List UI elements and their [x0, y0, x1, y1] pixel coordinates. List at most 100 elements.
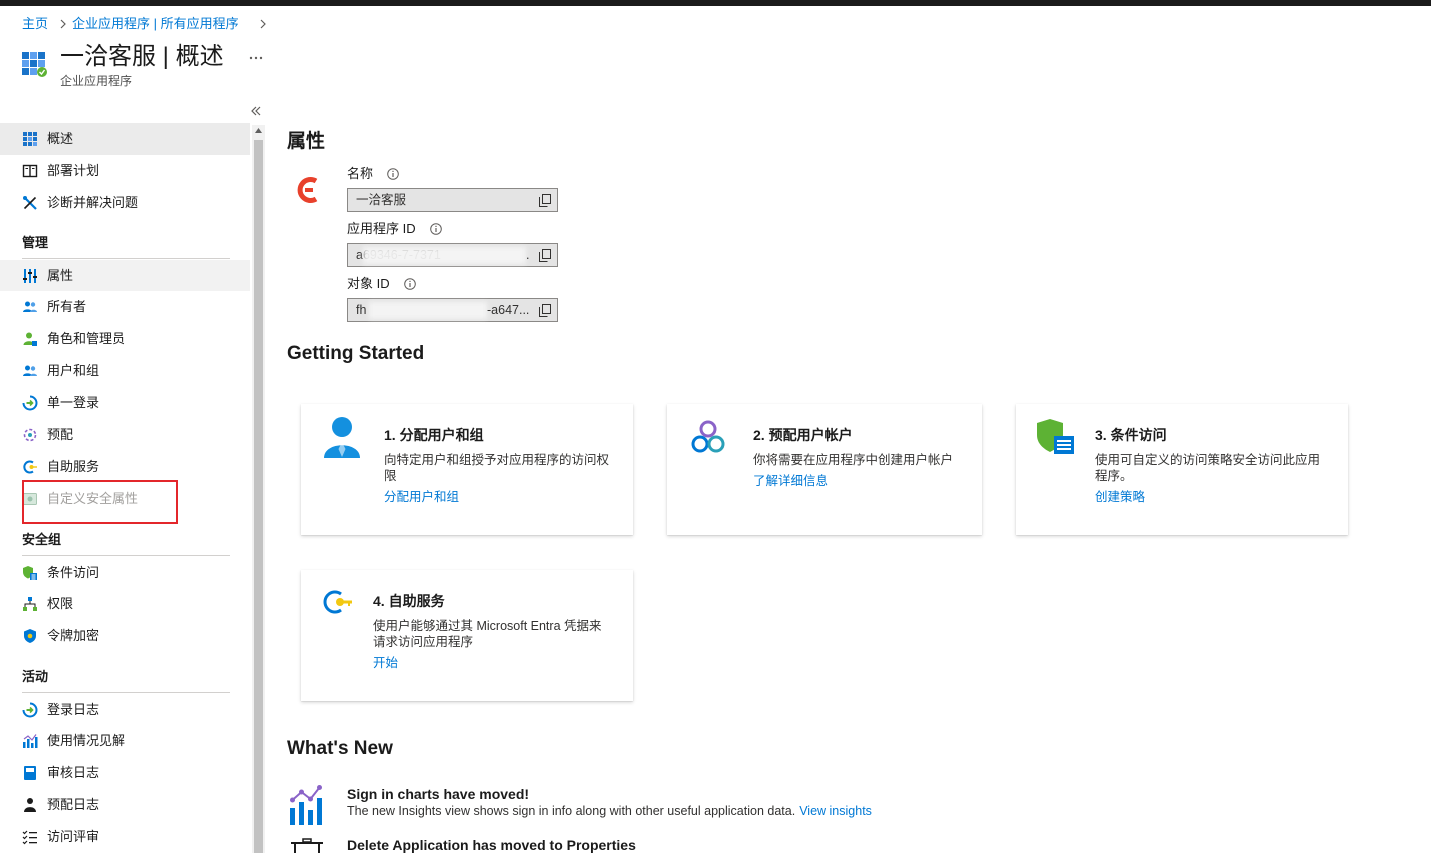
page-title: 一洽客服 | 概述 [60, 43, 224, 70]
sidebar-item-label: 预配 [47, 427, 74, 442]
sidebar-item-overview[interactable]: 概述 [0, 123, 250, 155]
redaction-blur [369, 302, 487, 319]
object-id-value: fh [356, 303, 367, 317]
info-icon[interactable] [387, 168, 399, 180]
sidebar-item-self-service[interactable]: 自助服务 [0, 451, 250, 483]
sidebar-item-diagnose[interactable]: 诊断并解决问题 [0, 187, 250, 219]
getting-started-card-provision-accounts[interactable]: 2. 预配用户帐户 你将需要在应用程序中创建用户帐户 了解详细信息 [667, 404, 982, 535]
news-item-title: Delete Application has moved to Properti… [347, 837, 636, 853]
sidebar-item-sso[interactable]: 单一登录 [0, 387, 250, 419]
card-title: 2. 预配用户帐户 [753, 427, 853, 443]
conditional-access-shield-icon [1036, 418, 1076, 458]
sidebar-section-activity: 活动 [22, 669, 49, 684]
sidebar-item-owners[interactable]: 所有者 [0, 291, 250, 323]
sidebar-scrollbar-thumb[interactable] [254, 140, 263, 853]
getting-started-card-conditional-access[interactable]: 3. 条件访问 使用可自定义的访问策略安全访问此应用程序。 创建策略 [1016, 404, 1348, 535]
sidebar-item-conditional-access[interactable]: 条件访问 [0, 557, 250, 588]
sidebar-item-sign-in-logs[interactable]: 登录日志 [0, 694, 250, 725]
more-options-icon[interactable] [249, 56, 263, 60]
self-service-icon [22, 459, 38, 475]
sidebar-item-label: 登录日志 [47, 701, 100, 717]
sidebar-item-label: 访问评审 [47, 829, 100, 844]
getting-started-card-self-service[interactable]: 4. 自助服务 使用户能够通过其 Microsoft Entra 凭据来请求访问… [301, 570, 633, 701]
get-started-link[interactable]: 开始 [373, 655, 398, 671]
sidebar-item-provisioning[interactable]: 预配 [0, 419, 250, 451]
info-icon[interactable] [429, 223, 442, 235]
sidebar-item-usage-insights[interactable]: 使用情况见解 [0, 725, 250, 757]
provisioning-sync-icon [689, 419, 727, 457]
sidebar-section-manage: 管理 [22, 235, 49, 250]
sidebar-item-label: 所有者 [47, 299, 87, 314]
overview-grid-icon [22, 131, 38, 147]
news-item-title: Sign in charts have moved! [347, 786, 530, 802]
card-text: 3. 条件访问 使用可自定义的访问策略安全访问此应用程序。 创建策略 [1095, 426, 1323, 505]
users-groups-icon [22, 363, 38, 379]
sidebar-item-label: 使用情况见解 [47, 733, 126, 748]
owners-icon [22, 299, 38, 315]
scroll-up-arrow-icon[interactable] [255, 128, 262, 133]
sidebar-item-label: 权限 [47, 596, 74, 611]
sidebar-item-label: 自助服务 [47, 459, 100, 474]
breadcrumb-enterprise-apps-link[interactable]: 企业应用程序 | 所有应用程序 [72, 15, 239, 33]
trash-icon [290, 838, 324, 853]
getting-started-card-assign-users[interactable]: 1. 分配用户和组 向特定用户和组授予对应用程序的访问权限 分配用户和组 [301, 404, 633, 535]
sidebar-item-permissions[interactable]: 权限 [0, 588, 250, 620]
sidebar-item-roles-admins[interactable]: 角色和管理员 [0, 323, 250, 355]
sidebar-item-deployment-plan[interactable]: 部署计划 [0, 155, 250, 187]
sidebar-item-token-encryption[interactable]: 令牌加密 [0, 620, 250, 652]
application-id-field[interactable]: a69346-7-7371 . [347, 243, 558, 267]
copy-icon[interactable] [539, 304, 551, 317]
copy-icon[interactable] [539, 249, 551, 262]
object-id-value-tail: -a647... [487, 303, 530, 317]
sso-icon [22, 395, 38, 411]
name-field-value: 一洽客服 [356, 193, 407, 207]
view-insights-link[interactable]: View insights [799, 804, 872, 818]
enterprise-app-grid-icon [22, 50, 48, 78]
card-description: 使用可自定义的访问策略安全访问此应用程序。 [1095, 453, 1321, 483]
sidebar-item-properties[interactable]: 属性 [0, 260, 250, 291]
sidebar-item-label: 令牌加密 [47, 628, 100, 643]
assign-users-groups-link[interactable]: 分配用户和组 [384, 489, 459, 505]
page-subtitle: 企业应用程序 [60, 74, 133, 88]
provisioning-logs-icon [22, 797, 38, 813]
application-id-field-label: 应用程序 ID [347, 221, 442, 237]
sign-in-logs-icon [22, 702, 38, 718]
properties-heading: 属性 [287, 131, 326, 152]
news-item-description-text: The new Insights view shows sign in info… [347, 804, 796, 818]
insights-chart-icon [289, 784, 325, 826]
sidebar-item-label: 预配日志 [47, 797, 100, 812]
provisioning-icon [22, 427, 38, 443]
sidebar-item-audit-logs[interactable]: 审核日志 [0, 757, 250, 789]
chevron-right-icon [259, 19, 267, 29]
create-policy-link[interactable]: 创建策略 [1095, 489, 1145, 505]
app-logo-icon [296, 175, 322, 205]
name-field[interactable]: 一洽客服 [347, 188, 558, 212]
self-service-key-icon [322, 588, 354, 616]
learn-more-link[interactable]: 了解详细信息 [753, 473, 828, 489]
custom-attributes-icon [22, 491, 38, 507]
token-encryption-icon [22, 628, 38, 644]
sidebar-item-custom-security-attributes[interactable]: 自定义安全属性 [0, 483, 250, 515]
collapse-sidebar-icon[interactable] [250, 106, 262, 116]
tools-icon [22, 195, 38, 211]
breadcrumb-home-link[interactable]: 主页 [22, 15, 48, 33]
sidebar-item-label: 概述 [47, 131, 74, 146]
sidebar-item-access-reviews[interactable]: 访问评审 [0, 821, 250, 853]
portal-top-bar [0, 0, 1431, 6]
roles-icon [22, 331, 38, 347]
conditional-access-icon [22, 565, 38, 581]
copy-icon[interactable] [539, 194, 551, 207]
sidebar-item-provisioning-logs[interactable]: 预配日志 [0, 789, 250, 821]
object-id-field-label: 对象 ID [347, 276, 416, 292]
name-field-label: 名称 [347, 166, 399, 182]
sidebar-item-label: 单一登录 [47, 395, 100, 410]
whats-new-heading: What's New [287, 738, 393, 759]
book-icon [22, 163, 38, 179]
field-label-text: 应用程序 ID [347, 221, 416, 236]
sidebar-item-users-groups[interactable]: 用户和组 [0, 355, 250, 387]
sidebar-item-label: 诊断并解决问题 [47, 195, 139, 210]
card-title: 1. 分配用户和组 [384, 427, 484, 443]
sidebar-item-label: 角色和管理员 [47, 331, 126, 346]
object-id-field[interactable]: fh -a647... [347, 298, 558, 322]
info-icon[interactable] [403, 278, 416, 290]
